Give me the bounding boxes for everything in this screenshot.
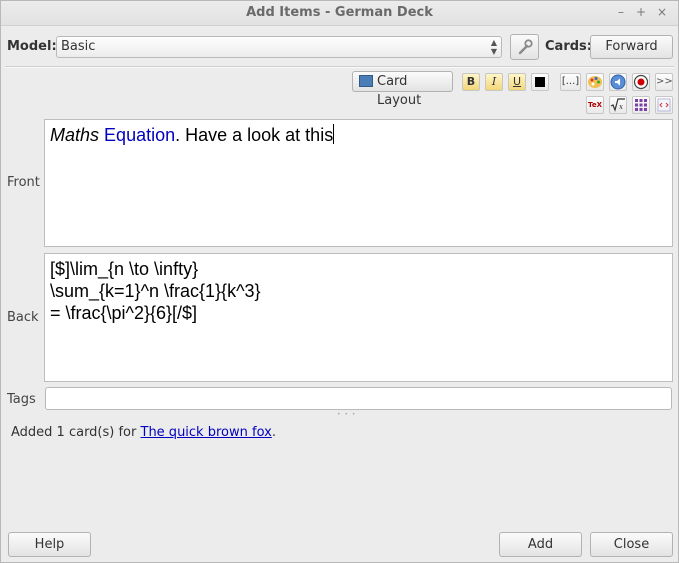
back-line-1: [$]\lim_{n \to \infty}: [50, 259, 199, 279]
italic-button[interactable]: I: [485, 73, 503, 91]
latex-math-env-button[interactable]: [632, 96, 650, 114]
speaker-icon: [610, 74, 626, 90]
card-layout-label: Card Layout: [377, 74, 422, 108]
status-link[interactable]: The quick brown fox: [141, 425, 272, 440]
close-window-icon[interactable]: ×: [655, 5, 669, 19]
cloze-button[interactable]: [...]: [560, 73, 581, 91]
title-bar[interactable]: Add Items - German Deck – + ×: [1, 1, 678, 26]
window-title: Add Items - German Deck: [246, 5, 433, 20]
help-button[interactable]: Help: [8, 532, 91, 557]
svg-text:x: x: [619, 103, 623, 111]
fields-button[interactable]: [510, 34, 539, 60]
back-label: Back: [7, 310, 39, 325]
html-tag-icon: [657, 98, 671, 112]
underline-button[interactable]: U: [508, 73, 526, 91]
more-button[interactable]: >>: [655, 73, 673, 91]
model-label: Model:: [7, 39, 57, 54]
grid-icon: [635, 99, 647, 111]
minimize-icon[interactable]: –: [614, 5, 628, 19]
select-arrows-icon: ▲ ▼: [490, 38, 497, 56]
text-color-button[interactable]: [531, 73, 549, 91]
tags-input[interactable]: [45, 387, 672, 410]
html-editor-button[interactable]: [655, 96, 673, 114]
sqrt-icon: x: [610, 98, 625, 112]
latex-equation-button[interactable]: x: [609, 96, 627, 114]
cards-label: Cards:: [545, 39, 592, 54]
text-color-swatch-icon: [535, 77, 545, 87]
separator: [5, 66, 674, 68]
text-cursor: [333, 124, 335, 144]
record-icon: [633, 74, 649, 90]
model-select[interactable]: Basic ▲ ▼: [56, 36, 502, 58]
add-button[interactable]: Add: [499, 532, 582, 557]
palette-icon: [588, 76, 602, 88]
front-label: Front: [7, 175, 40, 190]
bold-button[interactable]: B: [462, 73, 480, 91]
attach-picture-button[interactable]: [586, 73, 604, 91]
tags-label: Tags: [7, 392, 36, 407]
status-message: Added 1 card(s) for The quick brown fox.: [11, 425, 276, 440]
close-button[interactable]: Close: [590, 532, 673, 557]
resize-grip[interactable]: • • •: [337, 411, 356, 418]
record-audio-button[interactable]: [632, 73, 650, 91]
latex-button[interactable]: TeX: [586, 96, 604, 114]
maximize-icon[interactable]: +: [634, 5, 648, 19]
status-prefix: Added 1 card(s) for: [11, 425, 141, 440]
card-layout-icon: [359, 75, 373, 87]
status-suffix: .: [271, 425, 276, 440]
front-colored-text: Equation: [104, 125, 176, 145]
cards-button[interactable]: Forward: [590, 35, 673, 59]
back-line-2: \sum_{k=1}^n \frac{1}{k^3}: [50, 281, 261, 301]
model-value: Basic: [61, 39, 96, 54]
front-rest-text: . Have a look at this: [175, 125, 334, 145]
front-field-editor[interactable]: Maths Equation. Have a look at this: [44, 119, 673, 247]
add-items-window: Add Items - German Deck – + × Model: Bas…: [0, 0, 679, 563]
attach-audio-button[interactable]: [609, 73, 627, 91]
back-line-3: = \frac{\pi^2}{6}[/$]: [50, 303, 198, 323]
front-italic-text: Maths: [50, 125, 100, 145]
back-field-editor[interactable]: [$]\lim_{n \to \infty} \sum_{k=1}^n \fra…: [44, 253, 673, 382]
wrench-icon: [518, 39, 533, 55]
